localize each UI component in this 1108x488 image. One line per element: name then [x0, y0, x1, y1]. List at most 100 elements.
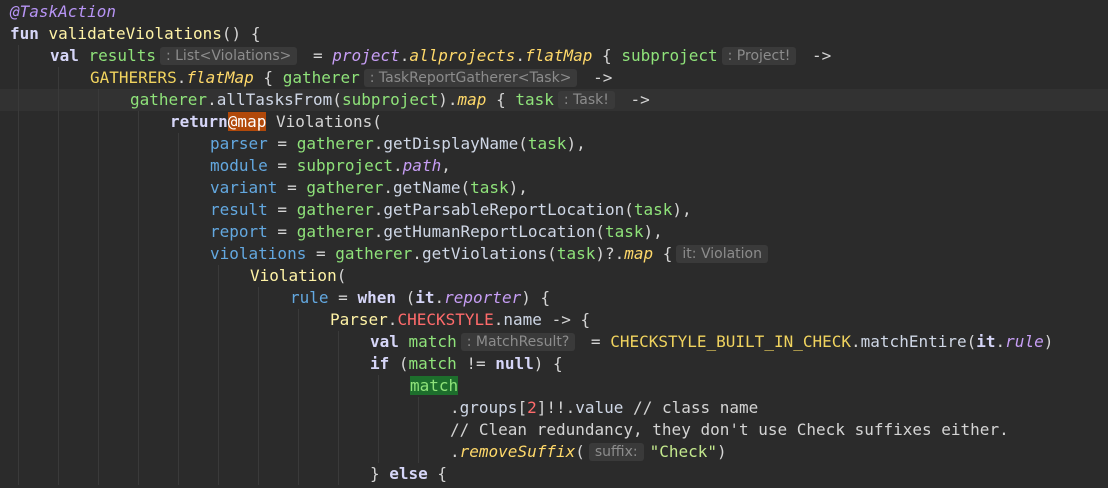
code-token: .: [393, 156, 403, 175]
code-line[interactable]: .groups[2]!!.value // class name: [0, 397, 1108, 419]
indent-guide: [298, 463, 299, 485]
code-token: .: [515, 46, 525, 65]
code-token: .: [176, 68, 187, 87]
indent-guide: [98, 375, 99, 397]
indent-guide: [138, 419, 139, 441]
indent-guide: [138, 155, 139, 177]
indent-guide: [258, 463, 259, 485]
code-token: // class name: [623, 398, 759, 417]
indent-guide: [178, 199, 179, 221]
indent-guide: [178, 243, 179, 265]
code-line[interactable]: Violation(: [0, 265, 1108, 287]
indent-guide: [138, 111, 139, 133]
code-line[interactable]: // Clean redundancy, they don't use Chec…: [0, 419, 1108, 441]
code-token: ): [717, 442, 727, 461]
indent-guide: [178, 353, 179, 375]
indent-guide: [178, 309, 179, 331]
inlay-type-hint: it: Violation: [676, 245, 768, 263]
code-token: project: [332, 46, 400, 65]
code-token: gatherer: [296, 222, 374, 241]
code-token: getDisplayName: [383, 134, 519, 153]
indent-guide: [98, 463, 99, 485]
indent-guide: [58, 265, 59, 287]
inlay-type-hint: : MatchResult?: [460, 333, 576, 351]
indent-guide: [298, 375, 299, 397]
code-line[interactable]: return@map Violations(: [0, 111, 1108, 133]
code-line[interactable]: GATHERERS.flatMap { gatherer: TaskReport…: [0, 67, 1108, 89]
code-token: match: [408, 332, 457, 351]
indent-guide: [18, 67, 19, 89]
indent-guide: [178, 177, 179, 199]
code-token: =: [267, 134, 297, 153]
indent-guide: [98, 287, 99, 309]
code-line[interactable]: violations = gatherer.getViolations(task…: [0, 243, 1108, 265]
indent-guide: [178, 331, 179, 353]
code-token: !=: [456, 354, 496, 373]
indent-guide: [58, 243, 59, 265]
code-line[interactable]: } else {: [0, 463, 1108, 485]
code-token: fun: [10, 24, 49, 43]
code-token: getViolations: [421, 244, 548, 263]
code-token: ),: [643, 222, 663, 241]
code-line[interactable]: .removeSuffix(suffix: "Check"): [0, 441, 1108, 463]
code-line[interactable]: result = gatherer.getParsableReportLocat…: [0, 199, 1108, 221]
code-line[interactable]: parser = gatherer.getDisplayName(task),: [0, 133, 1108, 155]
code-line[interactable]: fun validateViolations() {: [0, 23, 1108, 45]
code-line[interactable]: @TaskAction: [0, 1, 1108, 23]
code-token: .: [373, 134, 384, 153]
code-line[interactable]: variant = gatherer.getName(task),: [0, 177, 1108, 199]
indent-guide: [298, 441, 299, 463]
code-token: ,: [441, 156, 451, 175]
code-token: ): [1043, 332, 1054, 351]
indent-guide: [338, 353, 339, 375]
code-token: else: [389, 464, 428, 483]
code-token: groups: [459, 398, 518, 417]
indent-guide: [298, 397, 299, 419]
indent-guide: [178, 397, 179, 419]
indent-guide: [58, 89, 59, 111]
code-line[interactable]: gatherer.allTasksFrom(subproject).map { …: [0, 89, 1108, 111]
indent-guide: [58, 331, 59, 353]
code-line[interactable]: module = subproject.path,: [0, 155, 1108, 177]
indent-guide: [258, 441, 259, 463]
code-line[interactable]: val results: List<Violations> = project.…: [0, 45, 1108, 67]
code-token: gatherer: [296, 200, 374, 219]
code-token: .: [373, 200, 384, 219]
indent-guide: [58, 67, 59, 89]
indent-guide: [58, 353, 59, 375]
indent-guide: [18, 45, 19, 67]
code-line[interactable]: if (match != null) {: [0, 353, 1108, 375]
code-token: {: [253, 68, 283, 87]
indent-guide: [18, 111, 19, 133]
code-token: map: [457, 90, 487, 109]
code-token: Violations(: [266, 112, 382, 131]
indent-guide: [218, 287, 219, 309]
indent-guide: [258, 353, 259, 375]
indent-guide: [58, 199, 59, 221]
code-token: )?.: [595, 244, 625, 263]
code-line[interactable]: rule = when (it.reporter) {: [0, 287, 1108, 309]
code-token: (: [332, 90, 342, 109]
code-line[interactable]: val match: MatchResult? = CHECKSTYLE_BUI…: [0, 331, 1108, 353]
code-line[interactable]: Parser.CHECKSTYLE.name -> {: [0, 309, 1108, 331]
code-editor[interactable]: @TaskAction fun validateViolations() {val…: [0, 0, 1108, 488]
code-token: () {: [221, 24, 261, 43]
indent-guide: [298, 309, 299, 331]
code-line[interactable]: report = gatherer.getHumanReportLocation…: [0, 221, 1108, 243]
indent-guide: [58, 419, 59, 441]
code-token: violations: [210, 244, 307, 263]
indent-guide: [178, 463, 179, 485]
code-token: getHumanReportLocation: [383, 222, 596, 241]
code-token: module: [210, 156, 268, 175]
indent-guide: [258, 331, 259, 353]
indent-guide: [58, 375, 59, 397]
code-token: .: [493, 310, 504, 329]
indent-guide: [218, 265, 219, 287]
code-token: match: [410, 376, 459, 395]
code-token: .: [851, 332, 861, 351]
code-token: task: [556, 244, 596, 263]
code-token: if: [370, 354, 390, 373]
indent-guide: [178, 221, 179, 243]
indent-guide: [218, 375, 219, 397]
code-line[interactable]: match: [0, 375, 1108, 397]
